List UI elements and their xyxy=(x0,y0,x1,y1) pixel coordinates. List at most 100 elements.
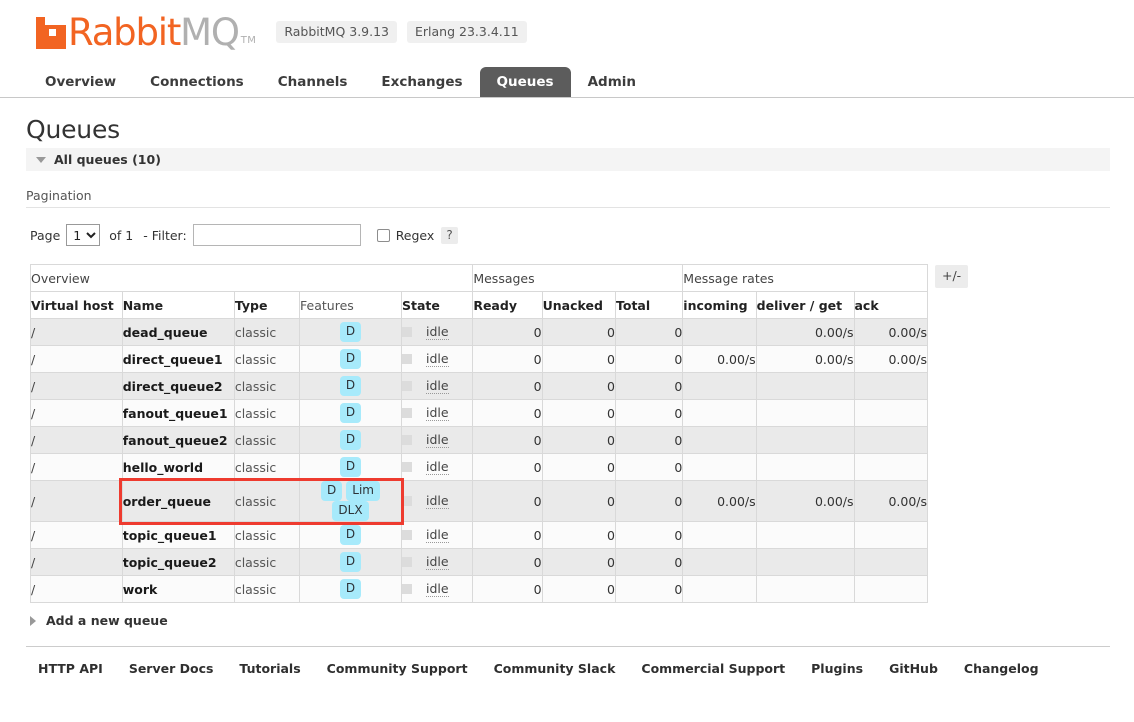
cell-queue-type: classic xyxy=(233,345,301,373)
cell-queue-type: classic xyxy=(233,318,301,346)
col-header-unacked[interactable]: Unacked xyxy=(541,291,617,319)
pagination-divider xyxy=(26,207,1110,208)
regex-toggle[interactable]: Regex ? xyxy=(376,226,458,244)
table-row[interactable]: / direct_queue2 classic Didle 0 0 0 xyxy=(30,372,928,400)
cell-queue-name[interactable]: order_queue xyxy=(121,480,235,522)
status-badge: idle xyxy=(425,527,449,543)
cell-total: 0 xyxy=(614,521,684,549)
all-queues-section-toggle[interactable]: All queues (10) xyxy=(26,148,1110,171)
col-header-total[interactable]: Total xyxy=(614,291,684,319)
cell-ack xyxy=(853,548,928,576)
feature-badge-d: D xyxy=(339,403,362,423)
feature-badge-d: D xyxy=(339,525,362,545)
table-row[interactable]: / direct_queue1 classic Didle 0 0 0 0.00/s 0.00/… xyxy=(30,345,928,373)
cell-deliver-get xyxy=(755,372,855,400)
rabbitmq-logo[interactable]: Rabbit MQ TM xyxy=(36,14,256,52)
cell-deliver-get xyxy=(755,399,855,427)
page-select[interactable]: 1 xyxy=(66,224,101,246)
cell-incoming xyxy=(682,426,757,454)
cell-queue-name[interactable]: topic_queue1 xyxy=(121,521,235,549)
chevron-right-icon xyxy=(30,615,36,626)
tab-channels[interactable]: Channels xyxy=(261,67,365,97)
table-row[interactable]: / work classic Didle 0 0 0 xyxy=(30,575,928,603)
status-badge: idle xyxy=(425,405,449,421)
col-header-virtual-host[interactable]: Virtual host xyxy=(30,291,123,319)
cell-queue-name[interactable]: fanout_queue1 xyxy=(121,399,235,427)
footer-link-tutorials[interactable]: Tutorials xyxy=(239,661,300,676)
tab-admin[interactable]: Admin xyxy=(571,67,653,97)
footer-link-community-support[interactable]: Community Support xyxy=(327,661,468,676)
cell-unacked: 0 xyxy=(541,372,617,400)
table-row[interactable]: / topic_queue1 classic Didle 0 0 0 xyxy=(30,521,928,549)
cell-deliver-get: 0.00/s xyxy=(755,345,855,373)
footer-link-commercial-support[interactable]: Commercial Support xyxy=(641,661,785,676)
footer-link-community-slack[interactable]: Community Slack xyxy=(494,661,616,676)
add-new-queue-toggle[interactable]: Add a new queue xyxy=(30,613,1134,628)
cell-queue-name[interactable]: dead_queue xyxy=(121,318,235,346)
filter-input[interactable] xyxy=(192,224,361,246)
cell-features: D xyxy=(299,575,402,603)
cell-queue-name[interactable]: direct_queue1 xyxy=(121,345,235,373)
table-row[interactable]: / topic_queue2 classic Didle 0 0 0 xyxy=(30,548,928,576)
cell-virtual-host: / xyxy=(30,345,123,373)
cell-unacked: 0 xyxy=(541,548,617,576)
cell-deliver-get xyxy=(755,426,855,454)
table-row[interactable]: / hello_world classic Didle 0 0 0 xyxy=(30,453,928,481)
table-row[interactable]: / fanout_queue1 classic Didle 0 0 0 xyxy=(30,399,928,427)
filter-row: Page 1 of 1 - Filter: Regex ? xyxy=(30,224,1134,246)
cell-state: idle xyxy=(400,372,474,400)
cell-state: idle xyxy=(400,548,474,576)
col-header-name[interactable]: Name xyxy=(121,291,235,319)
cell-state: idle xyxy=(400,480,474,522)
col-header-ready[interactable]: Ready xyxy=(472,291,543,319)
regex-help-icon[interactable]: ? xyxy=(441,226,458,244)
col-header-deliver-get[interactable]: deliver / get xyxy=(755,291,855,319)
cell-queue-type: classic xyxy=(233,426,301,454)
footer-link-github[interactable]: GitHub xyxy=(889,661,938,676)
col-header-incoming[interactable]: incoming xyxy=(682,291,757,319)
tab-overview[interactable]: Overview xyxy=(28,67,133,97)
cell-queue-name[interactable]: work xyxy=(121,575,235,603)
cell-unacked: 0 xyxy=(541,521,617,549)
status-badge: idle xyxy=(425,493,449,509)
regex-checkbox[interactable] xyxy=(376,228,390,242)
state-indicator-icon xyxy=(401,327,412,337)
tab-connections[interactable]: Connections xyxy=(133,67,261,97)
cell-total: 0 xyxy=(614,345,684,373)
table-row[interactable]: / dead_queue classic Didle 0 0 0 0.00/s 0.00/s xyxy=(30,318,928,346)
group-header-overview: Overview xyxy=(29,264,474,292)
cell-total: 0 xyxy=(614,399,684,427)
cell-ready: 0 xyxy=(472,345,543,373)
col-header-state[interactable]: State xyxy=(400,291,474,319)
tab-queues[interactable]: Queues xyxy=(479,67,571,97)
cell-features: D xyxy=(299,318,402,346)
state-indicator-icon xyxy=(401,584,412,594)
col-header-ack[interactable]: ack xyxy=(853,291,928,319)
footer-link-server-docs[interactable]: Server Docs xyxy=(129,661,214,676)
cell-ack xyxy=(853,426,928,454)
cell-deliver-get: 0.00/s xyxy=(755,318,855,346)
table-row[interactable]: / fanout_queue2 classic Didle 0 0 0 xyxy=(30,426,928,454)
cell-queue-name[interactable]: topic_queue2 xyxy=(121,548,235,576)
page-count-label: of 1 xyxy=(109,227,134,243)
toggle-columns-button[interactable]: +/- xyxy=(935,265,969,288)
regex-label: Regex xyxy=(395,227,435,243)
table-header-row: Virtual host Name Type Features State Re… xyxy=(30,291,928,319)
cell-queue-name[interactable]: direct_queue2 xyxy=(121,372,235,400)
footer-link-plugins[interactable]: Plugins xyxy=(811,661,863,676)
cell-virtual-host: / xyxy=(30,548,123,576)
col-header-type[interactable]: Type xyxy=(233,291,301,319)
feature-badge-d: D xyxy=(339,457,362,477)
footer-link-changelog[interactable]: Changelog xyxy=(964,661,1039,676)
cell-queue-type: classic xyxy=(233,548,301,576)
cell-state: idle xyxy=(400,399,474,427)
footer-link-http-api[interactable]: HTTP API xyxy=(38,661,103,676)
cell-ack xyxy=(853,399,928,427)
state-indicator-icon xyxy=(401,557,412,567)
cell-state: idle xyxy=(400,345,474,373)
cell-queue-name[interactable]: hello_world xyxy=(121,453,235,481)
tab-exchanges[interactable]: Exchanges xyxy=(364,67,479,97)
cell-queue-name[interactable]: fanout_queue2 xyxy=(121,426,235,454)
cell-unacked: 0 xyxy=(541,480,617,522)
table-row[interactable]: / order_queue classic D LimDLX idle 0 0 0 0.00/s 0… xyxy=(30,480,928,522)
